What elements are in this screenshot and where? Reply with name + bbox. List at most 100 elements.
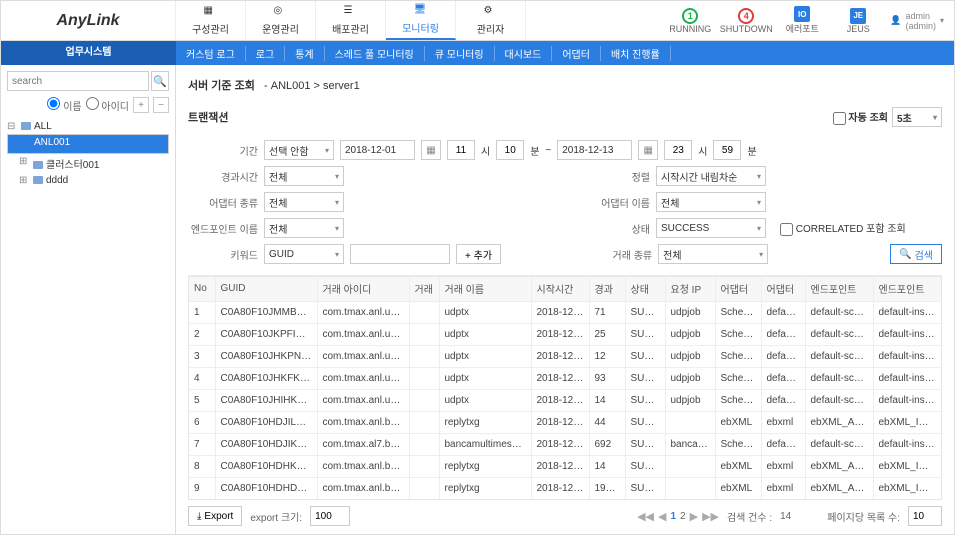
first-page-icon[interactable]: ◀◀ [637,510,654,523]
keyword-type-select[interactable]: GUID▾ [264,244,344,264]
subnav-item-4[interactable]: 큐 모니터링 [425,46,495,61]
hour-to[interactable] [664,140,692,160]
nav-icon: 🖥 [414,4,428,18]
col-8[interactable]: 요청 IP [665,277,715,301]
sort-select[interactable]: 시작시간 내림차순▾ [656,166,766,186]
table-row[interactable]: 6C0A80F10HDJILCADCcom.tmax.anl.ban...rep… [189,411,942,433]
nav-icon: ◎ [274,5,288,19]
table-row[interactable]: 9C0A80F10HDHDBNFCcom.tmax.anl.ban...repl… [189,477,942,499]
label-period: 기간 [188,143,258,158]
nav-icon: ☰ [344,5,358,19]
subnav-item-0[interactable]: 커스텀 로그 [176,46,246,61]
user-menu[interactable]: 👤 admin(admin) ▾ [890,11,944,31]
col-6[interactable]: 경과 [589,277,625,301]
label-keyword: 키워드 [188,247,258,262]
label-adapter-name: 어댑터 이름 [600,195,650,210]
table-row[interactable]: 1C0A80F10JMMBBMLRcom.tmax.anl.udp...udpt… [189,301,942,323]
period-select[interactable]: 선택 안함▾ [264,140,334,160]
subnav-item-5[interactable]: 대시보드 [495,46,553,61]
topnav-4[interactable]: ⚙관리자 [456,1,526,40]
topnav-2[interactable]: ☰배포관리 [316,1,386,40]
nav-icon: ⚙ [484,5,498,19]
col-3[interactable]: 거래 [409,277,439,301]
last-page-icon[interactable]: ▶▶ [702,510,719,523]
prev-page-icon[interactable]: ◀ [658,510,666,523]
adapter-name-select[interactable]: 전체▾ [656,192,766,212]
topnav-1[interactable]: ◎운영관리 [246,1,316,40]
hour-from[interactable] [447,140,475,160]
calendar-to-icon[interactable]: ▦ [638,140,658,160]
col-10[interactable]: 어댑터 [761,277,805,301]
radio-id[interactable]: 아이디 [86,97,129,113]
col-2[interactable]: 거래 아이디 [317,277,409,301]
endpoint-select[interactable]: 전체▾ [264,218,344,238]
radio-name[interactable]: 이름 [47,97,81,113]
export-size-input[interactable] [310,506,350,526]
min-from[interactable] [496,140,524,160]
result-table: NoGUID거래 아이디거래거래 이름시작시간경과상태요청 IP어댑터어댑터엔드… [189,277,942,500]
col-12[interactable]: 엔드포인트 [873,277,941,301]
status-errorport[interactable]: IO에러포트 [778,6,826,35]
col-1[interactable]: GUID [215,277,317,301]
subnav-item-1[interactable]: 로그 [246,46,285,61]
table-row[interactable]: 8C0A80F10HDHKCDEAcom.tmax.anl.ban...repl… [189,455,942,477]
table-row[interactable]: 3C0A80F10JHKPNPNOcom.tmax.anl.udp...udpt… [189,345,942,367]
col-11[interactable]: 엔드포인트 [805,277,873,301]
label-sort: 정렬 [600,169,650,184]
txtype-select[interactable]: 전체▾ [658,244,768,264]
search-button[interactable]: 🔍 [151,71,169,91]
min-to[interactable] [713,140,741,160]
col-0[interactable]: No [189,277,215,301]
table-row[interactable]: 2C0A80F10JKPFIOAFCNcom.tmax.anl.udp...ud… [189,323,942,345]
tree-remove-button[interactable]: − [153,97,169,113]
correlated-checkbox[interactable]: CORRELATED 포함 조회 [772,220,942,236]
logo: AnyLink [1,1,176,40]
col-7[interactable]: 상태 [625,277,665,301]
page-size-input[interactable] [908,506,942,526]
col-13[interactable]: 대상 [941,277,942,301]
label-endpoint: 엔드포인트 이름 [188,221,258,236]
search-button[interactable]: 🔍 검색 [890,244,942,264]
status-running[interactable]: 1RUNNING [666,8,714,34]
pager[interactable]: ◀◀ ◀ 1 2 ▶ ▶▶ [637,510,719,523]
label-status: 상태 [600,221,650,236]
nav-icon: ▦ [204,5,218,19]
subnav-bizsystem[interactable]: 업무시스템 [1,41,176,65]
col-5[interactable]: 시작시간 [531,277,589,301]
subnav-item-7[interactable]: 배치 진행률 [601,46,671,61]
topnav-3[interactable]: 🖥모니터링 [386,1,456,40]
tree-root[interactable]: ALL [7,119,169,134]
auto-query-checkbox[interactable]: 자동 조회 [833,109,888,125]
calendar-from-icon[interactable]: ▦ [421,140,441,160]
status-jeus[interactable]: JEJEUS [834,8,882,34]
subnav-item-6[interactable]: 어댑터 [552,46,601,61]
tree-add-button[interactable]: + [133,97,149,113]
col-4[interactable]: 거래 이름 [439,277,531,301]
tree-item-anl001[interactable]: ANL001 [7,134,169,154]
elapsed-select[interactable]: 전체▾ [264,166,344,186]
tree-item-cluster[interactable]: 클러스터001 [7,154,169,173]
label-adapter-kind: 어댑터 종류 [188,195,258,210]
search-input[interactable] [7,71,149,91]
adapter-kind-select[interactable]: 전체▾ [264,192,344,212]
export-button[interactable]: ⤓ Export [188,506,242,526]
date-to[interactable]: 2018-12-13 [557,140,632,160]
table-row[interactable]: 7C0A80F10HDJIKPJCDIcom.tmax.al7.ban...ba… [189,433,942,455]
status-select[interactable]: SUCCESS▾ [656,218,766,238]
table-row[interactable]: 4C0A80F10JHKFKACNCcom.tmax.anl.udp...udp… [189,367,942,389]
user-icon: 👤 [890,15,901,26]
next-page-icon[interactable]: ▶ [690,510,698,523]
panel-title: 트랜잭션 [188,109,228,125]
col-9[interactable]: 어댑터 [715,277,761,301]
tree-item-dddd[interactable]: dddd [7,173,169,188]
subnav-item-2[interactable]: 통계 [285,46,324,61]
date-from[interactable]: 2018-12-01 [340,140,415,160]
auto-interval-select[interactable]: 5초▾ [892,107,942,127]
table-row[interactable]: 5C0A80F10JHIHKHLKFcom.tmax.anl.udp...udp… [189,389,942,411]
keyword-input[interactable] [350,244,450,264]
subnav-item-3[interactable]: 스레드 풀 모니터링 [325,46,425,61]
add-keyword-button[interactable]: + 추가 [456,244,501,264]
status-shutdown[interactable]: 4SHUTDOWN [722,8,770,34]
topnav-0[interactable]: ▦구성관리 [176,1,246,40]
chevron-down-icon: ▾ [940,16,944,25]
